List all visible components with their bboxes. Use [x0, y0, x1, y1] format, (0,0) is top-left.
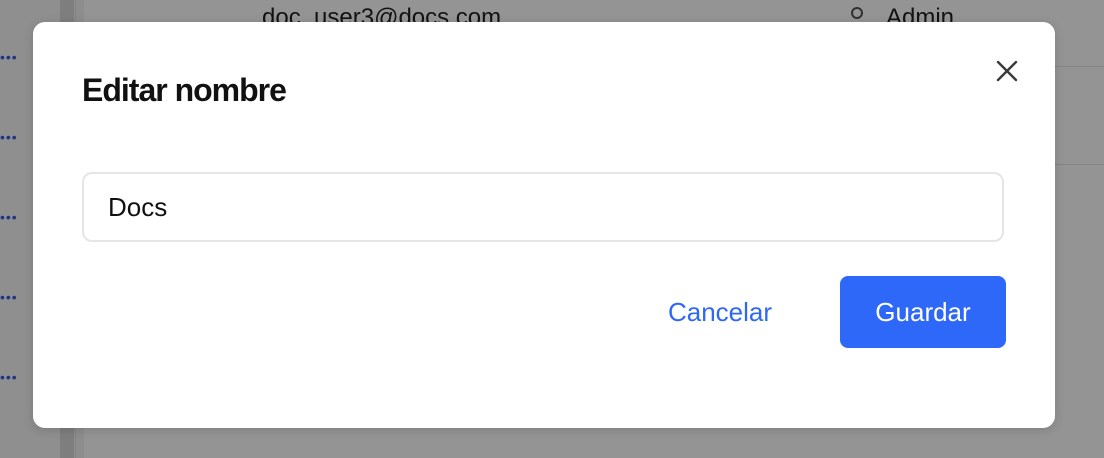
close-button[interactable]: [993, 58, 1021, 86]
edit-name-dialog: Editar nombre Cancelar Guardar: [33, 22, 1055, 428]
name-input[interactable]: [82, 172, 1004, 242]
cancel-button[interactable]: Cancelar: [651, 276, 789, 348]
save-button[interactable]: Guardar: [840, 276, 1006, 348]
close-icon: [995, 59, 1019, 86]
dialog-title: Editar nombre: [82, 72, 287, 108]
